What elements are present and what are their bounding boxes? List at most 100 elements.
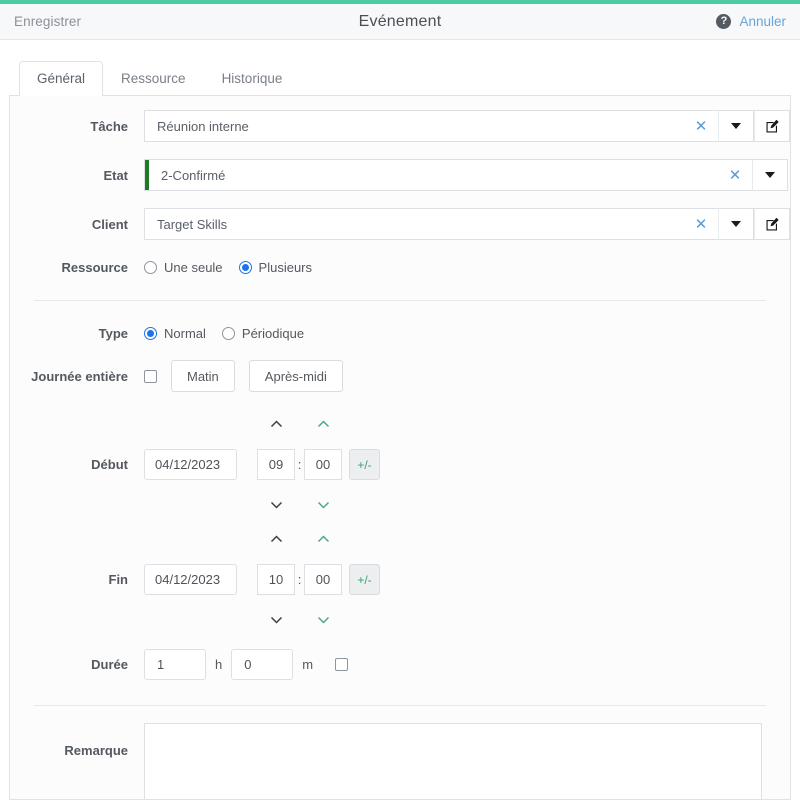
help-circle-icon[interactable]: ? bbox=[716, 14, 732, 29]
tache-dropdown-button[interactable] bbox=[718, 110, 754, 142]
chevron-up-icon[interactable] bbox=[316, 534, 330, 544]
fin-hour-input[interactable]: 10 bbox=[257, 564, 295, 595]
field-row-journee-entiere: Journée entière Matin Après-midi bbox=[10, 360, 790, 392]
radio-option-plusieurs[interactable]: Plusieurs bbox=[238, 260, 313, 275]
client-edit-button[interactable] bbox=[754, 208, 790, 240]
radio-label: Normal bbox=[164, 326, 206, 341]
radio-label: Plusieurs bbox=[258, 260, 313, 275]
apres-midi-button[interactable]: Après-midi bbox=[248, 360, 343, 392]
fin-plusminus-button[interactable]: +/- bbox=[349, 564, 380, 595]
debut-datetime: 04/12/2023 09 : 00 +/- bbox=[144, 419, 380, 510]
section-divider-1 bbox=[34, 300, 766, 301]
label-fin: Fin bbox=[108, 572, 129, 587]
radio-option-normal[interactable]: Normal bbox=[144, 326, 206, 341]
chevron-up-icon[interactable] bbox=[269, 534, 283, 544]
client-lookup: Target Skills ✕ bbox=[144, 208, 790, 240]
chevron-down-icon bbox=[731, 123, 741, 129]
status-indicator-bar bbox=[145, 160, 149, 190]
label-type: Type bbox=[98, 326, 128, 341]
field-row-etat: Etat 2-Confirmé ✕ bbox=[10, 159, 790, 191]
duree-checkbox[interactable] bbox=[335, 658, 349, 671]
page-title: Evénement bbox=[358, 12, 442, 30]
edit-pencil-icon bbox=[766, 119, 779, 132]
chevron-down-icon[interactable] bbox=[269, 500, 283, 510]
field-row-ressource: Ressource Une seule Plusieurs bbox=[10, 260, 790, 275]
chevron-down-icon[interactable] bbox=[269, 615, 283, 625]
fin-minute-input[interactable]: 00 bbox=[304, 564, 342, 595]
fin-datetime: 04/12/2023 10 : 00 +/- bbox=[144, 534, 380, 625]
radio-option-une-seule[interactable]: Une seule bbox=[144, 260, 223, 275]
chevron-up-icon[interactable] bbox=[316, 419, 330, 429]
type-radio-group: Normal Périodique bbox=[144, 326, 304, 341]
fin-date-input[interactable]: 04/12/2023 bbox=[144, 564, 237, 595]
clear-x-icon[interactable]: ✕ bbox=[684, 110, 718, 142]
etat-dropdown-button[interactable] bbox=[752, 159, 788, 191]
field-row-client: Client Target Skills ✕ bbox=[10, 208, 790, 240]
radio-icon bbox=[221, 327, 235, 340]
client-dropdown-button[interactable] bbox=[718, 208, 754, 240]
radio-option-periodique[interactable]: Périodique bbox=[221, 326, 305, 341]
label-debut: Début bbox=[91, 457, 128, 472]
tab-ressource[interactable]: Ressource bbox=[103, 61, 204, 96]
tab-historique[interactable]: Historique bbox=[204, 61, 301, 96]
fin-minute-spinner: 00 bbox=[304, 534, 342, 625]
duree-controls: 1 h 0 m bbox=[144, 649, 349, 680]
tab-bar: Général Ressource Historique bbox=[0, 41, 800, 96]
fin-hour-spinner: 10 bbox=[257, 534, 295, 625]
label-client: Client bbox=[91, 216, 128, 232]
debut-minute-input[interactable]: 00 bbox=[304, 449, 342, 480]
duree-hours-input[interactable]: 1 bbox=[144, 649, 206, 680]
debut-hour-spinner: 09 bbox=[257, 419, 295, 510]
event-dialog: Enregistrer Evénement ? Annuler Général … bbox=[0, 0, 800, 800]
journee-entiere-controls: Matin Après-midi bbox=[144, 360, 343, 392]
radio-icon bbox=[144, 261, 157, 274]
tab-general[interactable]: Général bbox=[19, 61, 104, 96]
etat-value: 2-Confirmé bbox=[161, 167, 226, 183]
debut-hour-input[interactable]: 09 bbox=[257, 449, 295, 480]
tache-lookup: Réunion interne ✕ bbox=[144, 110, 790, 142]
debut-plusminus-button[interactable]: +/- bbox=[349, 449, 380, 480]
chevron-down-icon bbox=[765, 172, 775, 178]
ressource-radio-group: Une seule Plusieurs bbox=[144, 260, 312, 275]
matin-button[interactable]: Matin bbox=[171, 360, 235, 392]
label-etat: Etat bbox=[103, 167, 128, 183]
client-input[interactable]: Target Skills bbox=[144, 208, 684, 240]
edit-pencil-icon bbox=[766, 217, 779, 230]
field-row-tache: Tâche Réunion interne ✕ bbox=[10, 110, 790, 142]
cancel-button[interactable]: Annuler bbox=[739, 14, 786, 29]
debut-date-input[interactable]: 04/12/2023 bbox=[144, 449, 237, 480]
chevron-down-icon bbox=[731, 221, 741, 227]
field-row-fin: Fin 04/12/2023 10 : 00 +/- bbox=[10, 534, 790, 625]
tache-edit-button[interactable] bbox=[754, 110, 790, 142]
duree-hours-unit: h bbox=[215, 657, 223, 672]
chevron-up-icon[interactable] bbox=[269, 419, 283, 429]
dialog-header: Enregistrer Evénement ? Annuler bbox=[0, 4, 800, 40]
radio-icon-selected bbox=[238, 261, 252, 274]
chevron-down-icon[interactable] bbox=[316, 500, 330, 510]
label-ressource: Ressource bbox=[61, 260, 128, 275]
fin-time-separator: : bbox=[297, 572, 302, 587]
section-divider-2 bbox=[34, 705, 766, 706]
etat-input[interactable]: 2-Confirmé bbox=[144, 159, 718, 191]
clear-x-icon[interactable]: ✕ bbox=[718, 159, 752, 191]
clear-x-icon[interactable]: ✕ bbox=[684, 208, 718, 240]
radio-label: Périodique bbox=[241, 326, 305, 341]
field-row-debut: Début 04/12/2023 09 : 00 +/- bbox=[10, 419, 790, 510]
radio-label: Une seule bbox=[164, 260, 223, 275]
debut-time-separator: : bbox=[297, 457, 302, 472]
radio-icon-selected bbox=[144, 327, 157, 340]
remarque-textarea[interactable] bbox=[144, 723, 762, 799]
chevron-down-icon[interactable] bbox=[316, 615, 330, 625]
label-tache: Tâche bbox=[90, 118, 128, 134]
header-actions: ? Annuler bbox=[716, 14, 786, 29]
general-tab-panel: Tâche Réunion interne ✕ Etat 2-Confirmé … bbox=[9, 95, 791, 800]
field-row-type: Type Normal Périodique bbox=[10, 326, 790, 341]
duree-minutes-input[interactable]: 0 bbox=[231, 649, 294, 680]
debut-minute-spinner: 00 bbox=[304, 419, 342, 510]
label-remarque: Remarque bbox=[64, 743, 128, 758]
field-row-remarque: Remarque bbox=[10, 723, 790, 799]
field-row-duree: Durée 1 h 0 m bbox=[10, 649, 790, 680]
journee-entiere-checkbox[interactable] bbox=[144, 369, 157, 383]
label-duree: Durée bbox=[91, 657, 128, 672]
tache-input[interactable]: Réunion interne bbox=[144, 110, 684, 142]
